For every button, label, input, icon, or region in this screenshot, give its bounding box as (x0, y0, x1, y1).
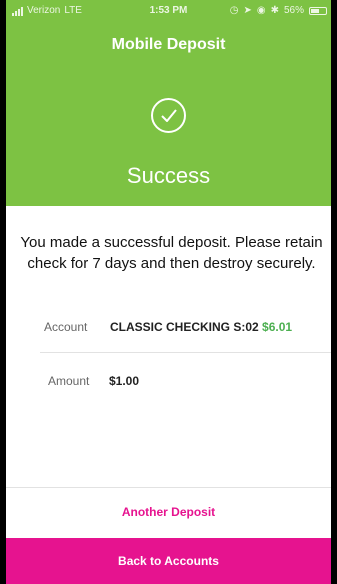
account-value: CLASSIC CHECKING S:02 $6.01 (110, 320, 292, 334)
divider (6, 487, 331, 488)
back-to-accounts-button[interactable]: Back to Accounts (6, 538, 331, 584)
screen: Verizon LTE 1:53 PM ◷ ➤ ◉ ✱ 56% Mobile D… (6, 0, 331, 584)
lock-rotation-icon: ◉ (256, 5, 266, 16)
battery-icon (309, 7, 327, 15)
account-label: Account (44, 320, 88, 334)
account-name: CLASSIC CHECKING S:02 (110, 320, 259, 334)
divider (40, 352, 331, 353)
amount-label: Amount (48, 374, 90, 388)
phone-frame: Verizon LTE 1:53 PM ◷ ➤ ◉ ✱ 56% Mobile D… (0, 0, 337, 584)
header: Verizon LTE 1:53 PM ◷ ➤ ◉ ✱ 56% Mobile D… (6, 0, 331, 206)
alarm-icon: ◷ (229, 5, 239, 16)
status-bar: Verizon LTE 1:53 PM ◷ ➤ ◉ ✱ 56% (6, 0, 331, 22)
page-title: Mobile Deposit (111, 36, 226, 53)
bluetooth-icon: ✱ (270, 5, 279, 16)
battery-percent: 56% (283, 5, 304, 16)
success-message: You made a successful deposit. Please re… (20, 234, 323, 272)
status-right: ◷ ➤ ◉ ✱ 56% (230, 0, 327, 22)
account-balance: $6.01 (262, 320, 293, 334)
success-title: Success (126, 163, 211, 188)
check-icon (151, 98, 186, 133)
amount-value: $1.00 (109, 374, 140, 388)
location-icon: ➤ (243, 5, 252, 16)
another-deposit-button[interactable]: Another Deposit (6, 493, 331, 531)
